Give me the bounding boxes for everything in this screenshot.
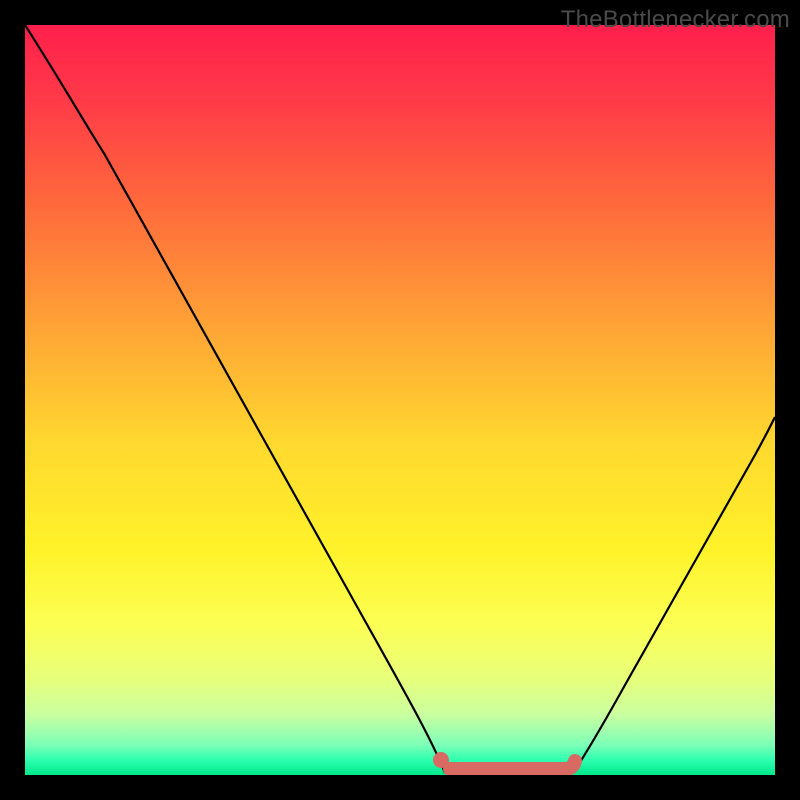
chart-frame: TheBottlenecker.com bbox=[0, 0, 800, 800]
left-curve bbox=[25, 25, 445, 773]
right-curve bbox=[573, 417, 775, 773]
plot-area bbox=[25, 25, 775, 775]
curves-svg bbox=[25, 25, 775, 775]
watermark-text: TheBottlenecker.com bbox=[561, 6, 790, 34]
optimal-band bbox=[450, 761, 575, 769]
